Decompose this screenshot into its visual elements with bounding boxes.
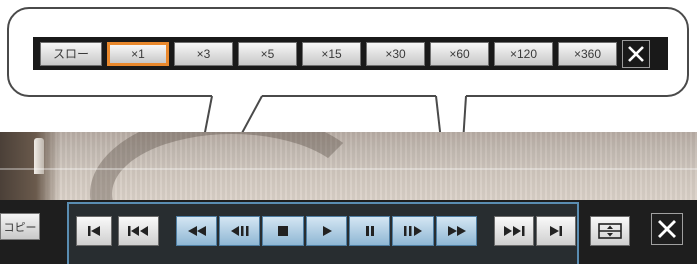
speed-x1-button[interactable]: ×1	[107, 41, 169, 66]
layout-toggle-button[interactable]	[590, 216, 630, 246]
previous-record-button[interactable]	[118, 216, 159, 246]
video-floorline	[0, 168, 697, 170]
fast-rewind-icon	[187, 226, 206, 236]
speed-x60-button[interactable]: ×60	[430, 41, 489, 66]
play-button[interactable]	[306, 216, 347, 246]
video-fence	[0, 132, 60, 200]
fast-forward-button[interactable]	[436, 216, 477, 246]
next-record-icon	[504, 226, 525, 236]
skip-to-end-icon	[550, 226, 562, 236]
skip-to-start-button[interactable]	[76, 216, 112, 246]
copy-button[interactable]: コピー	[0, 213, 40, 240]
fast-rewind-button[interactable]	[176, 216, 217, 246]
video-frame	[0, 132, 697, 200]
pause-icon	[365, 226, 374, 236]
speed-x30-button[interactable]: ×30	[366, 41, 425, 66]
next-record-button[interactable]	[494, 216, 534, 246]
video-shadow	[90, 132, 374, 200]
fast-forward-icon	[447, 226, 466, 236]
control-close-button[interactable]	[651, 213, 683, 245]
speed-x120-button[interactable]: ×120	[494, 41, 553, 66]
close-icon	[658, 220, 676, 238]
step-forward-icon	[404, 226, 422, 236]
screen-layout-icon	[598, 223, 622, 239]
speed-x360-button[interactable]: ×360	[558, 41, 617, 66]
slow-button[interactable]: スロー	[40, 41, 102, 66]
stop-button[interactable]	[262, 216, 304, 246]
speed-selector-bar: スロー ×1 ×3 ×5 ×15 ×30 ×60 ×120 ×360	[33, 37, 668, 70]
stop-icon	[278, 226, 288, 236]
skip-to-end-button[interactable]	[536, 216, 576, 246]
skip-to-start-icon	[88, 226, 100, 236]
speed-x3-button[interactable]: ×3	[174, 41, 233, 66]
step-forward-button[interactable]	[392, 216, 434, 246]
play-icon	[322, 226, 332, 236]
speed-close-button[interactable]	[622, 39, 650, 68]
speed-x15-button[interactable]: ×15	[302, 41, 361, 66]
step-back-icon	[230, 226, 248, 236]
pause-button[interactable]	[349, 216, 390, 246]
step-back-button[interactable]	[219, 216, 260, 246]
previous-record-icon	[127, 226, 148, 236]
speed-x5-button[interactable]: ×5	[238, 41, 297, 66]
close-icon	[628, 45, 644, 62]
